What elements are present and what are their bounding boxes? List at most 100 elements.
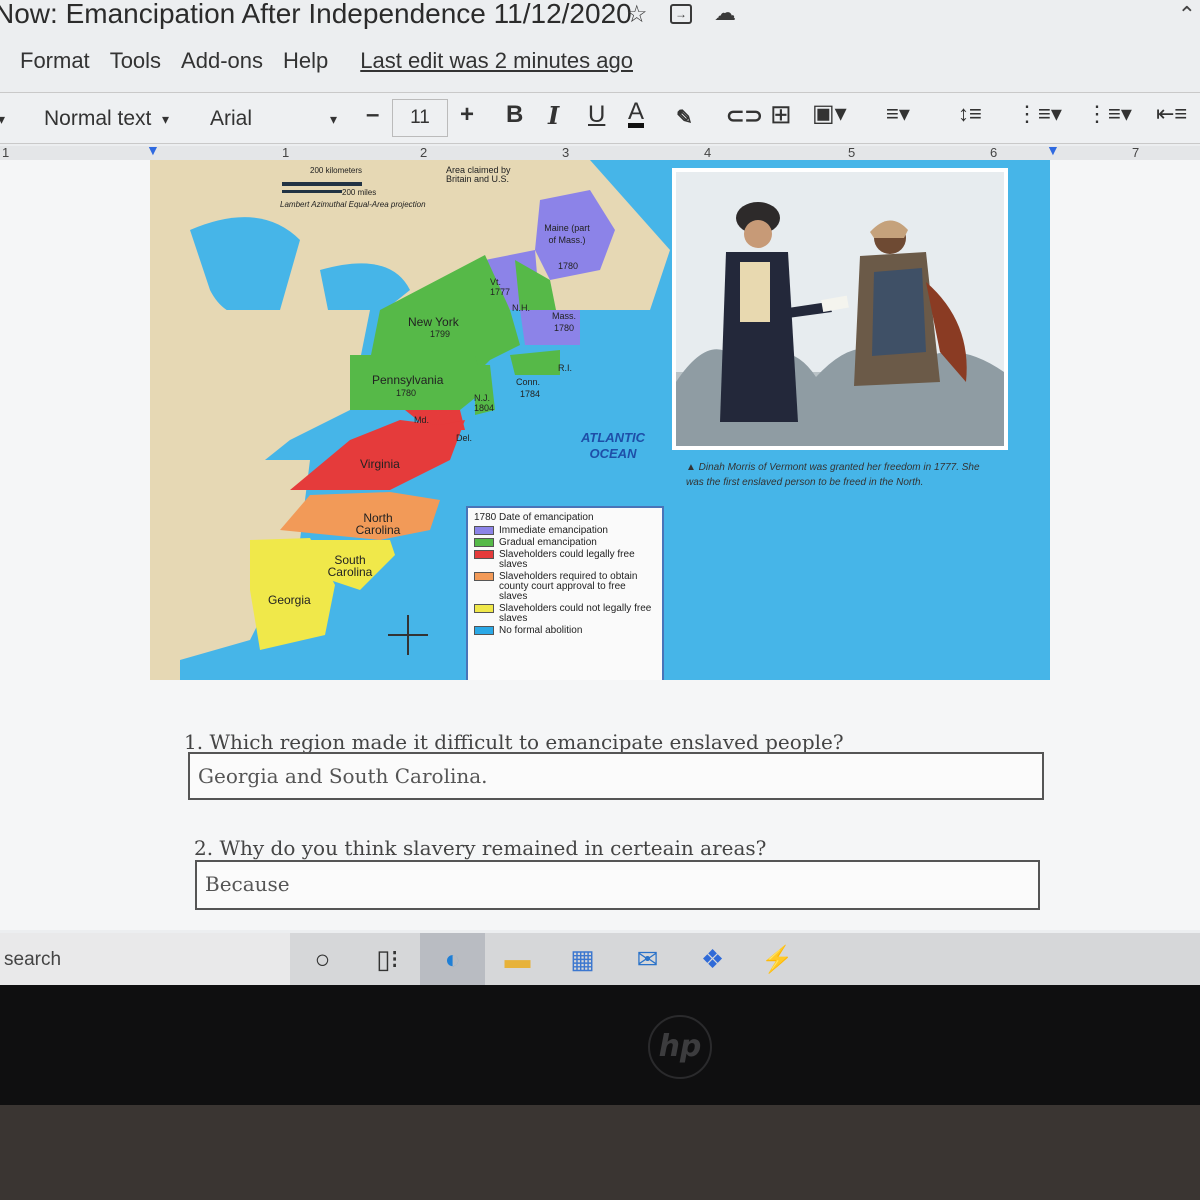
document-title[interactable]: Now: Emancipation After Independence 11/… xyxy=(0,0,632,30)
hp-logo: hp xyxy=(648,1015,712,1079)
laptop-screen: Now: Emancipation After Independence 11/… xyxy=(0,0,1200,985)
link-icon[interactable]: ⊂⊃ xyxy=(726,103,763,129)
align-icon[interactable]: ≡▾ xyxy=(886,101,910,127)
legend-swatch xyxy=(474,604,494,613)
legend-item: Slaveholders could legally free slaves xyxy=(474,550,656,570)
legend-swatch xyxy=(474,526,494,535)
state-label: Maine (part of Mass.) xyxy=(544,223,590,245)
store-icon[interactable]: ▦ xyxy=(550,933,615,985)
legend-label: No formal abolition xyxy=(499,625,583,636)
italic-button[interactable]: I xyxy=(548,101,559,130)
edge-icon[interactable]: ◐ xyxy=(420,933,485,985)
ruler-number: 5 xyxy=(848,145,856,160)
insert-comment-icon[interactable]: ⊞ xyxy=(770,99,792,130)
scale-kilometers: 200 kilometers xyxy=(310,166,363,175)
illustration-caption: ▲ Dinah Morris of Vermont was granted he… xyxy=(686,462,980,488)
style-dropdown[interactable]: Normal text xyxy=(44,107,151,131)
laptop-body xyxy=(0,1105,1200,1200)
ruler-number: 6 xyxy=(990,145,998,160)
answer-2-field[interactable]: Because xyxy=(195,860,1040,910)
ruler-number: 2 xyxy=(420,145,428,160)
state-label: Virginia xyxy=(360,457,400,471)
ocean-label: ATLANTIC OCEAN xyxy=(580,430,646,461)
legend-item: Gradual emancipation xyxy=(474,538,656,548)
underline-button[interactable]: U xyxy=(588,101,605,129)
legend-heading: 1780 Date of emancipation xyxy=(474,512,594,523)
state-label: Mass. xyxy=(552,311,577,321)
state-year: 1777 xyxy=(490,287,511,297)
font-size-input[interactable]: 11 xyxy=(392,99,448,137)
state-year: 1780 xyxy=(554,323,575,333)
menu-help[interactable]: Help xyxy=(283,48,328,74)
chevron-down-icon[interactable]: ▾ xyxy=(330,111,337,128)
state-label: R.I. xyxy=(558,363,573,373)
state-year: 1804 xyxy=(474,403,495,413)
app-icon[interactable]: ⚡ xyxy=(745,933,810,985)
state-label: North Carolina xyxy=(355,511,401,537)
state-year: 1780 xyxy=(558,261,579,271)
state-label: Georgia xyxy=(268,593,311,607)
ruler-number: 7 xyxy=(1132,145,1140,160)
toolbar: ▾ Normal text ▾ Arial ▾ – 11 + B I U A ✎… xyxy=(0,92,1200,144)
text-color-button[interactable]: A xyxy=(628,100,645,128)
ruler[interactable]: 1 ▼ 1 2 3 4 5 6 ▼ 7 xyxy=(0,142,1200,160)
decrease-font-button[interactable]: – xyxy=(366,101,379,129)
question-1: 1. Which region made it difficult to ema… xyxy=(184,730,844,754)
menu-tools[interactable]: Tools xyxy=(110,48,161,74)
laptop-bezel: hp xyxy=(0,985,1200,1200)
star-icon[interactable]: ☆ xyxy=(626,0,648,29)
legend-item: Slaveholders could not legally free slav… xyxy=(474,604,656,624)
bulleted-list-icon[interactable]: ⋮≡▾ xyxy=(1086,101,1132,127)
cortana-icon[interactable]: ○ xyxy=(290,933,355,985)
menu-dropdown-icon[interactable]: ▾ xyxy=(0,111,5,128)
legend-swatch xyxy=(474,626,494,635)
cloud-status-icon[interactable]: ☁ xyxy=(714,0,736,26)
task-view-icon[interactable]: ▯⁝ xyxy=(355,933,420,985)
numbered-list-icon[interactable]: ⋮≡▾ xyxy=(1016,101,1062,127)
state-year: 1784 xyxy=(520,389,541,399)
ruler-number: 4 xyxy=(704,145,712,160)
state-label: South Carolina xyxy=(327,553,373,579)
state-label: Conn. xyxy=(516,377,541,387)
map-legend: 1780 Date of emancipation Immediate eman… xyxy=(466,506,664,680)
legend-swatch xyxy=(474,550,494,559)
increase-font-button[interactable]: + xyxy=(460,101,474,129)
indent-marker-icon[interactable]: ▼ xyxy=(146,142,160,158)
windows-taskbar: search ○ ▯⁝ ◐ ▬ ▦ ✉ ❖ ⚡ xyxy=(0,933,1200,985)
ruler-number: 1 xyxy=(2,145,10,160)
file-explorer-icon[interactable]: ▬ xyxy=(485,933,550,985)
answer-1-field[interactable]: Georgia and South Carolina. xyxy=(188,752,1044,800)
move-to-folder-icon[interactable]: → xyxy=(670,4,692,24)
state-label: Md. xyxy=(414,415,430,425)
state-year: 1799 xyxy=(430,329,451,339)
font-dropdown[interactable]: Arial xyxy=(210,107,252,131)
menu-format[interactable]: Format xyxy=(20,48,90,74)
line-spacing-icon[interactable]: ↕≡ xyxy=(958,101,982,127)
bold-button[interactable]: B xyxy=(506,101,523,129)
menu-bar: Format Tools Add-ons Help Last edit was … xyxy=(20,48,633,74)
scale-miles: 200 miles xyxy=(342,188,377,197)
legend-item: No formal abolition xyxy=(474,626,656,636)
highlight-icon[interactable]: ✎ xyxy=(676,105,693,130)
legend-swatch xyxy=(474,538,494,547)
taskbar-icons: ○ ▯⁝ ◐ ▬ ▦ ✉ ❖ ⚡ xyxy=(290,933,810,985)
last-edit-link[interactable]: Last edit was 2 minutes ago xyxy=(360,48,633,74)
ruler-number: 3 xyxy=(562,145,570,160)
mail-icon[interactable]: ✉ xyxy=(615,933,680,985)
right-indent-marker-icon[interactable]: ▼ xyxy=(1046,142,1060,158)
legend-item: Immediate emancipation xyxy=(474,526,656,536)
insert-image-icon[interactable]: ▣▾ xyxy=(812,99,847,128)
claimed-area-label: Area claimed by Britain and U.S. xyxy=(446,165,511,184)
menu-addons[interactable]: Add-ons xyxy=(181,48,263,74)
document-page[interactable]: 200 kilometers 200 miles Lambert Azimuth… xyxy=(0,160,1200,930)
legend-label: Slaveholders could legally free slaves xyxy=(499,549,635,570)
state-year: 1780 xyxy=(396,388,417,398)
dropbox-icon[interactable]: ❖ xyxy=(680,933,745,985)
state-label: N.H. xyxy=(512,303,530,313)
projection-label: Lambert Azimuthal Equal-Area projection xyxy=(280,200,426,209)
chevron-up-icon[interactable]: ⌃ xyxy=(1178,2,1196,28)
chevron-down-icon[interactable]: ▾ xyxy=(162,111,169,128)
taskbar-search-input[interactable]: search xyxy=(0,933,290,985)
state-label: Del. xyxy=(456,433,473,443)
indent-icon[interactable]: ⇤≡ xyxy=(1156,101,1187,127)
